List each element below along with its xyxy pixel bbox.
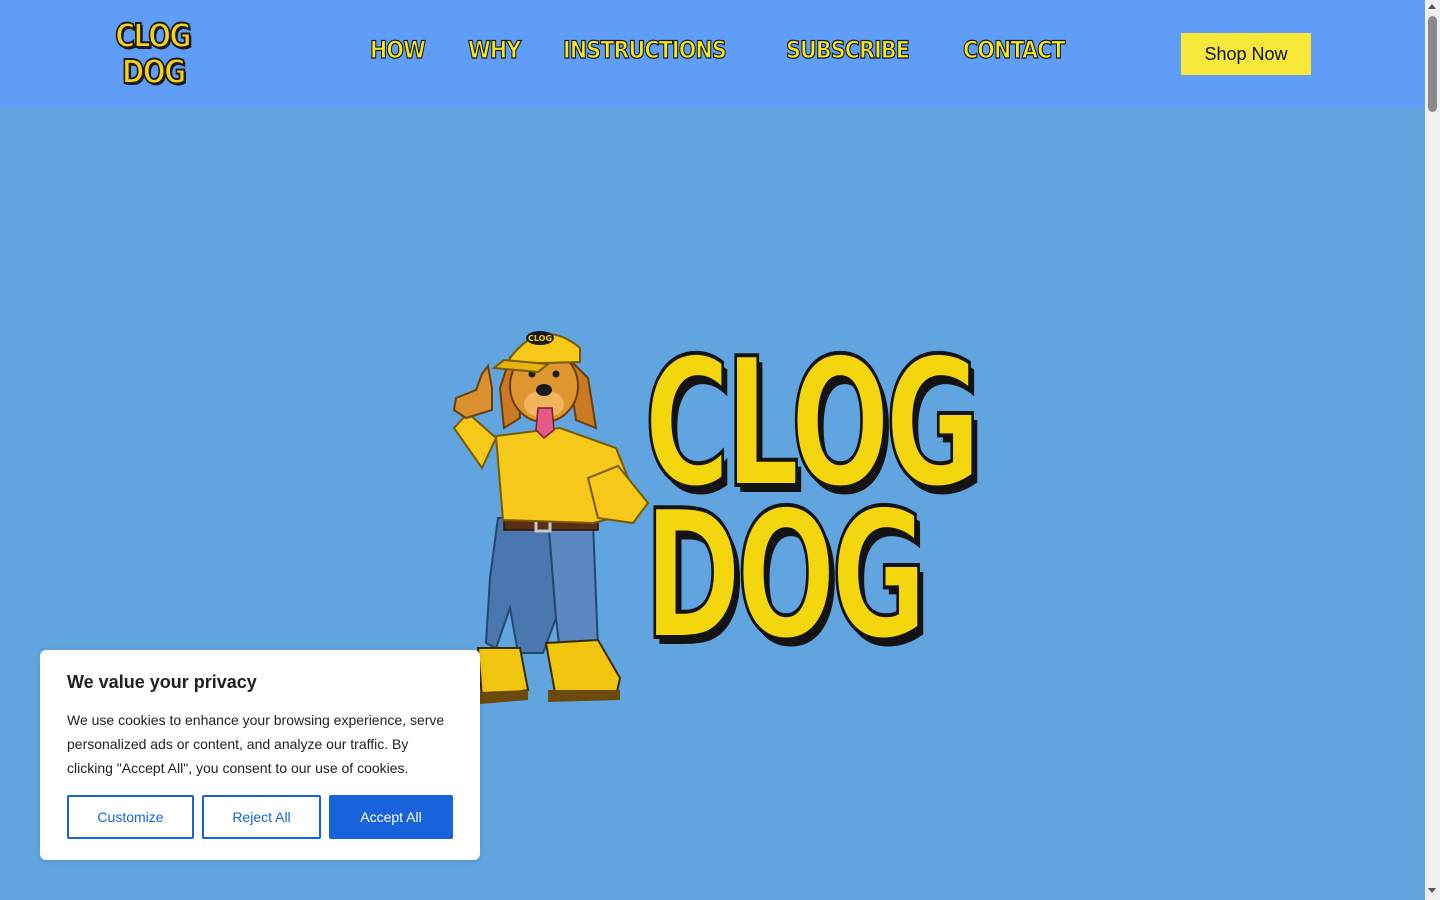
page-scrollbar[interactable] bbox=[1425, 0, 1440, 900]
cookie-banner-title: We value your privacy bbox=[67, 672, 257, 692]
hero-logo: CLOG DOG CLOG bbox=[448, 318, 983, 708]
cap-label: CLOG bbox=[528, 334, 552, 343]
shop-now-button[interactable]: Shop Now bbox=[1181, 33, 1311, 75]
nav-link-how[interactable]: HOW bbox=[369, 35, 426, 64]
site-logo[interactable]: CLOG DOG bbox=[114, 14, 193, 94]
accept-all-cookies-button[interactable]: Accept All bbox=[329, 795, 453, 839]
reject-all-cookies-button[interactable]: Reject All bbox=[202, 795, 321, 839]
cookie-banner-description: We use cookies to enhance your browsing … bbox=[67, 712, 445, 776]
nav-link-why[interactable]: WHY bbox=[467, 35, 521, 64]
nav-link-instructions[interactable]: INSTRUCTIONS bbox=[562, 35, 727, 64]
nav-link-subscribe[interactable]: SUBSCRIBE bbox=[786, 35, 911, 64]
dog-mascot-illustration: CLOG bbox=[452, 331, 650, 704]
scroll-up-arrow-icon[interactable] bbox=[1428, 4, 1436, 9]
scrollbar-thumb[interactable] bbox=[1428, 16, 1437, 112]
main-nav: HOW WHY INSTRUCTIONS SUBSCRIBE CONTACT bbox=[369, 35, 1081, 64]
cookie-consent-banner: We value your privacy We use cookies to … bbox=[40, 650, 480, 860]
scroll-down-arrow-icon[interactable] bbox=[1428, 888, 1436, 893]
customize-cookies-button[interactable]: Customize bbox=[67, 795, 194, 839]
page: CLOG DOG HOW WHY INSTRUCTIONS SUBSCRIBE … bbox=[0, 0, 1440, 900]
logo-text-line2: DOG bbox=[121, 52, 187, 91]
nav-link-contact[interactable]: CONTACT bbox=[963, 35, 1067, 64]
logo-text-line1: CLOG bbox=[115, 16, 193, 55]
hero-title-line2: DOG bbox=[643, 472, 929, 679]
site-header: CLOG DOG HOW WHY INSTRUCTIONS SUBSCRIBE … bbox=[0, 0, 1425, 108]
